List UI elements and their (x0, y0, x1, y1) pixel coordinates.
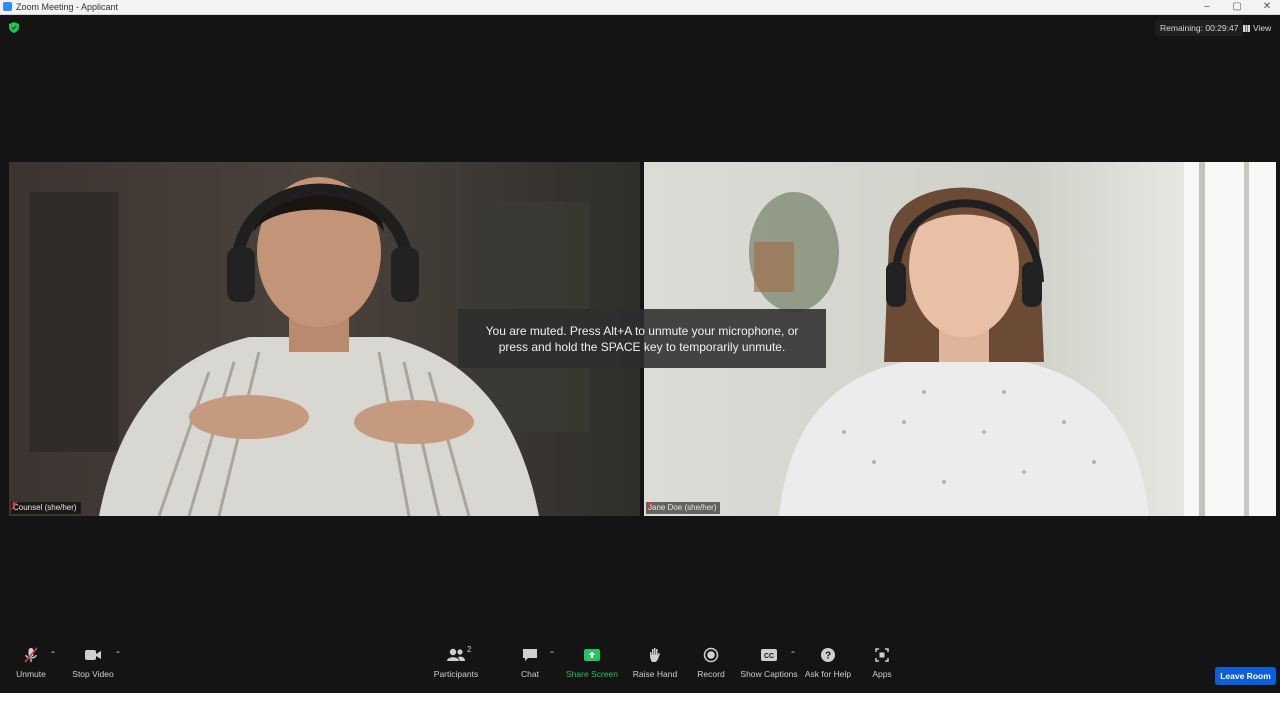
muted-microphone-icon (24, 647, 38, 663)
chat-label: Chat (521, 669, 539, 679)
unmute-label: Unmute (16, 669, 46, 679)
close-button[interactable]: ✕ (1258, 0, 1276, 14)
apps-button[interactable]: Apps (847, 647, 917, 679)
view-label: View (1253, 23, 1272, 33)
restore-button[interactable]: ▢ (1228, 0, 1246, 14)
participants-count: 2 (467, 645, 472, 654)
grid-icon (1243, 25, 1250, 32)
muted-notification-line2: press and hold the SPACE key to temporar… (498, 339, 786, 354)
participant-nametag-jane-doe: Jane Doe (she/her) (646, 502, 721, 514)
remaining-time: Remaining: 00:29:47 (1155, 20, 1244, 36)
encryption-shield-icon[interactable] (9, 22, 19, 33)
window-titlebar: Zoom Meeting - Applicant – ▢ ✕ (0, 0, 1280, 15)
zoom-app-icon (3, 2, 12, 11)
svg-text:?: ? (825, 651, 831, 662)
muted-mic-icon (11, 502, 17, 510)
stop-video-label: Stop Video (72, 669, 114, 679)
help-question-icon: ? (821, 648, 835, 662)
window-title: Zoom Meeting - Applicant (16, 2, 119, 12)
chat-options-caret[interactable]: ⌃ (548, 650, 556, 659)
participants-button[interactable]: 2 Participants (421, 645, 491, 679)
meeting-toolbar: Unmute ⌃ Stop Video ⌃ 2 Participants Cha… (0, 640, 1280, 693)
participant-nametag-counsel: Counsel (she/her) (11, 502, 81, 514)
share-screen-button[interactable]: Share Screen (557, 647, 627, 679)
chat-bubble-icon (523, 649, 537, 661)
participant-name: Jane Doe (she/her) (648, 503, 717, 512)
record-icon (703, 647, 719, 663)
minimize-button[interactable]: – (1198, 0, 1216, 14)
share-screen-label: Share Screen (566, 669, 618, 679)
muted-mic-icon (646, 502, 652, 510)
video-camera-icon (85, 650, 101, 660)
apps-icon (875, 648, 889, 662)
audio-options-caret[interactable]: ⌃ (49, 650, 57, 659)
muted-notification-line1: You are muted. Press Alt+A to unmute you… (485, 323, 799, 338)
leave-room-button[interactable]: Leave Room (1215, 667, 1276, 685)
participants-icon (447, 648, 465, 661)
participant-name: Counsel (she/her) (13, 503, 77, 512)
closed-captions-icon: CC (761, 649, 777, 661)
participants-label: Participants (433, 669, 479, 679)
muted-notification: You are muted. Press Alt+A to unmute you… (458, 309, 826, 368)
share-screen-icon (584, 649, 600, 661)
raise-hand-icon (650, 648, 660, 662)
video-options-caret[interactable]: ⌃ (114, 650, 122, 659)
view-button[interactable]: View (1243, 20, 1271, 36)
svg-text:CC: CC (764, 653, 774, 660)
apps-label: Apps (872, 669, 892, 679)
window-bottom-edge (0, 693, 1280, 720)
